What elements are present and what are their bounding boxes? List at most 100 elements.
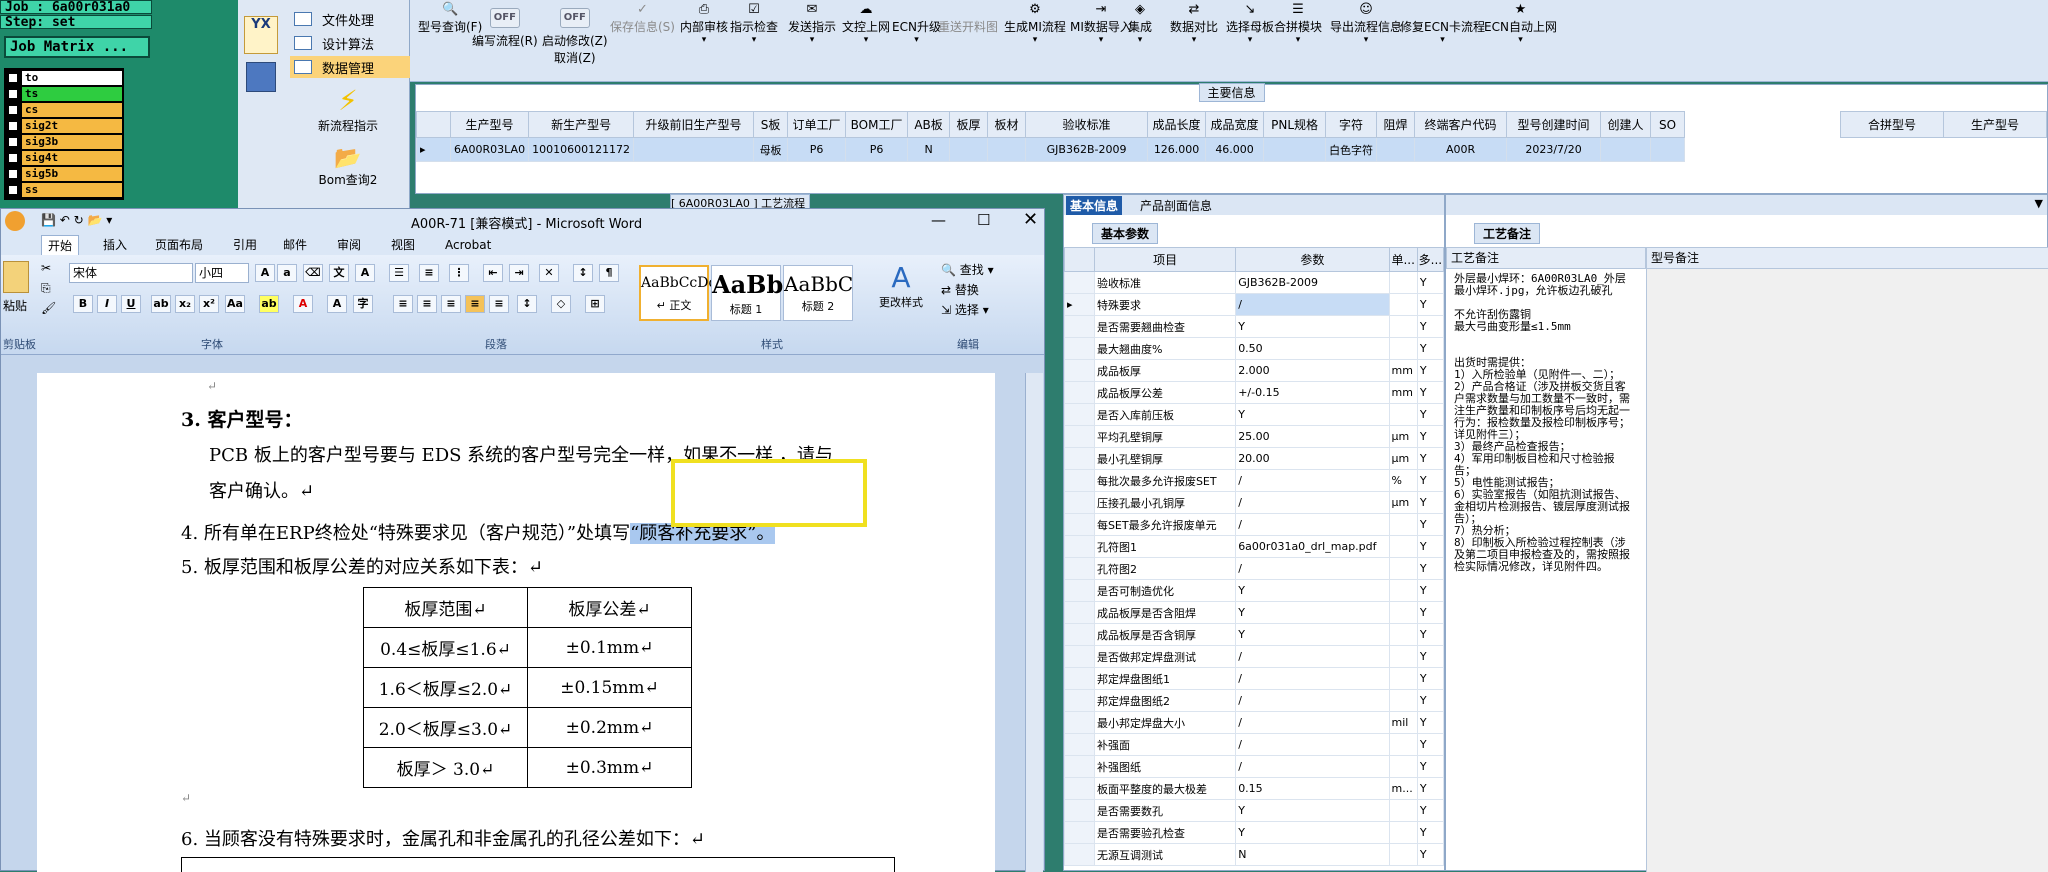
grow-font-icon[interactable]: A: [255, 264, 275, 282]
menu-file-processing[interactable]: 文件处理: [290, 8, 410, 30]
align-center-icon[interactable]: ≡: [417, 295, 437, 313]
table-row[interactable]: 是否可制造优化 Y Y: [1064, 579, 1445, 602]
table-cell[interactable]: mm: [1388, 359, 1418, 382]
table-cell[interactable]: 板面平整度的最大极差: [1093, 777, 1237, 800]
multilevel-icon[interactable]: ⋮: [449, 264, 469, 282]
toolbar-button[interactable]: ☑ 指示检查 ▾: [730, 2, 778, 45]
toolbar-button[interactable]: ◈ 集成 ▾: [1128, 2, 1152, 45]
replace-button[interactable]: ⇄ 替换: [941, 281, 979, 298]
table-cell[interactable]: [1388, 689, 1418, 712]
office-button[interactable]: [5, 211, 25, 231]
table-cell[interactable]: /: [1235, 557, 1390, 580]
font-name-select[interactable]: 宋体: [69, 263, 193, 283]
table-cell[interactable]: GJB362B-2009: [1025, 137, 1149, 162]
column-header[interactable]: 板厚: [949, 111, 989, 138]
table-cell[interactable]: [1388, 315, 1418, 338]
table-cell[interactable]: /: [1235, 689, 1390, 712]
toolbar-button[interactable]: 修复ECN卡流程 ▾: [1400, 2, 1485, 45]
toggle-switch[interactable]: OFF: [489, 8, 520, 28]
find-button[interactable]: 🔍 查找 ▾: [941, 261, 994, 278]
vertical-scrollbar[interactable]: [1025, 373, 1043, 872]
table-row[interactable]: 验收标准 GJB362B-2009 Y: [1064, 271, 1445, 294]
table-cell[interactable]: Y: [1416, 535, 1445, 558]
layer-checkbox[interactable]: [8, 120, 18, 131]
table-cell[interactable]: 特殊要求: [1093, 293, 1237, 316]
table-cell[interactable]: Y: [1416, 733, 1445, 756]
new-flow-indicator-button[interactable]: ⚡ 新流程指示: [298, 84, 398, 134]
layer-row[interactable]: cs: [6, 102, 122, 117]
style-heading-1[interactable]: AaBb 标题 1: [711, 265, 783, 321]
table-cell[interactable]: Y: [1416, 315, 1445, 338]
ribbon-tab[interactable]: 插入: [97, 235, 133, 255]
table-cell[interactable]: μm: [1388, 447, 1418, 470]
table-cell[interactable]: Y: [1416, 755, 1445, 778]
ribbon-tab[interactable]: 邮件: [277, 235, 313, 255]
table-cell[interactable]: 10010600121172: [528, 137, 635, 162]
italic-icon[interactable]: I: [97, 295, 117, 313]
table-cell[interactable]: [1388, 733, 1418, 756]
decrease-indent-icon[interactable]: ⇤: [483, 264, 503, 282]
table-cell[interactable]: [1263, 137, 1327, 162]
table-cell[interactable]: N: [1235, 843, 1390, 866]
table-row[interactable]: 是否做邦定焊盘测试 / Y: [1064, 645, 1445, 668]
table-cell[interactable]: 成品板厚公差: [1093, 381, 1237, 404]
column-header[interactable]: PNL规格: [1263, 111, 1327, 138]
table-cell[interactable]: [1388, 601, 1418, 624]
enclose-char-icon[interactable]: 字: [353, 295, 373, 313]
table-row[interactable]: 无源互调测试 N Y: [1064, 843, 1445, 866]
toolbar-button[interactable]: ✉ 发送指示 ▾: [788, 2, 836, 45]
table-cell[interactable]: ±0.2mm↵: [527, 707, 692, 748]
table-cell[interactable]: [1388, 755, 1418, 778]
table-cell[interactable]: 6a00r031a0_drl_map.pdf: [1235, 535, 1390, 558]
table-cell[interactable]: [1388, 645, 1418, 668]
table-cell[interactable]: A00R: [1414, 137, 1508, 162]
table-cell[interactable]: 是否可制造优化: [1093, 579, 1237, 602]
increase-indent-icon[interactable]: ⇥: [509, 264, 529, 282]
column-header[interactable]: 终端客户代码: [1414, 111, 1508, 138]
superscript-icon[interactable]: x²: [199, 295, 219, 313]
table-row[interactable]: 成品板厚公差 +/-0.15 mm Y: [1064, 381, 1445, 404]
job-matrix-button[interactable]: Job Matrix ...: [4, 36, 150, 58]
table-cell[interactable]: m...: [1388, 777, 1418, 800]
model-memo-area[interactable]: [1646, 269, 2048, 872]
table-cell[interactable]: 6A00R03LA0: [449, 137, 530, 162]
table-row[interactable]: 邦定焊盘图纸2/ Y: [1064, 689, 1445, 712]
underline-icon[interactable]: U: [121, 295, 141, 313]
table-row[interactable]: 补强图纸 / Y: [1064, 755, 1445, 778]
table-cell[interactable]: [1388, 535, 1418, 558]
table-cell[interactable]: [1600, 137, 1652, 162]
table-cell[interactable]: μm: [1388, 425, 1418, 448]
table-cell[interactable]: Y: [1416, 359, 1445, 382]
table-cell[interactable]: 是否需要数孔: [1093, 799, 1237, 822]
table-row[interactable]: 成品板厚 2.000 mm Y: [1064, 359, 1445, 382]
document-page[interactable]: ↵ 3. 客户型号： PCB 板上的客户型号要与 EDS 系统的客户型号完全一样…: [37, 373, 995, 872]
shading-icon[interactable]: ◇: [551, 295, 571, 313]
table-cell[interactable]: [1388, 403, 1418, 426]
column-header[interactable]: 升级前旧生产型号: [633, 111, 755, 138]
column-header[interactable]: 项目: [1093, 247, 1237, 272]
table-cell[interactable]: 46.000: [1205, 137, 1265, 162]
table-cell[interactable]: 孔符图1: [1093, 535, 1237, 558]
menu-data-management[interactable]: 数据管理: [290, 56, 410, 78]
table-cell[interactable]: 补强面: [1093, 733, 1237, 756]
printer-icon[interactable]: [246, 62, 276, 92]
table-row[interactable]: 每SET最多允许报废单元 / Y: [1064, 513, 1445, 536]
layer-name[interactable]: sig5b: [22, 166, 122, 181]
ribbon-tab[interactable]: 引用: [227, 235, 263, 255]
table-cell[interactable]: Y: [1235, 799, 1390, 822]
table-cell[interactable]: 每批次最多允许报废SET: [1093, 469, 1237, 492]
table-cell[interactable]: 无源互调测试: [1093, 843, 1237, 866]
table-row[interactable]: 压接孔最小孔铜厚 / μm Y: [1064, 491, 1445, 514]
column-header[interactable]: AB板: [907, 111, 951, 138]
table-cell[interactable]: 0.50: [1235, 337, 1390, 360]
layer-name[interactable]: ss: [22, 182, 122, 197]
layer-checkbox[interactable]: [8, 152, 18, 163]
toolbar-button[interactable]: ⚙ 生成MI流程 ▾: [1004, 2, 1066, 45]
table-row[interactable]: 板面平整度的最大极差 0.15 m... Y: [1064, 777, 1445, 800]
table-cell[interactable]: 孔符图2: [1093, 557, 1237, 580]
clear-format-icon[interactable]: ⌫: [303, 264, 323, 282]
align-left-icon[interactable]: ≡: [393, 295, 413, 313]
process-memo-text[interactable]: 外层最小焊环：6A00R03LA0_外层最小焊环.jpg，允许板边孔破孔 不允许…: [1454, 273, 1634, 573]
layer-row[interactable]: sig5b: [6, 166, 122, 181]
ribbon-tab[interactable]: 视图: [385, 235, 421, 255]
